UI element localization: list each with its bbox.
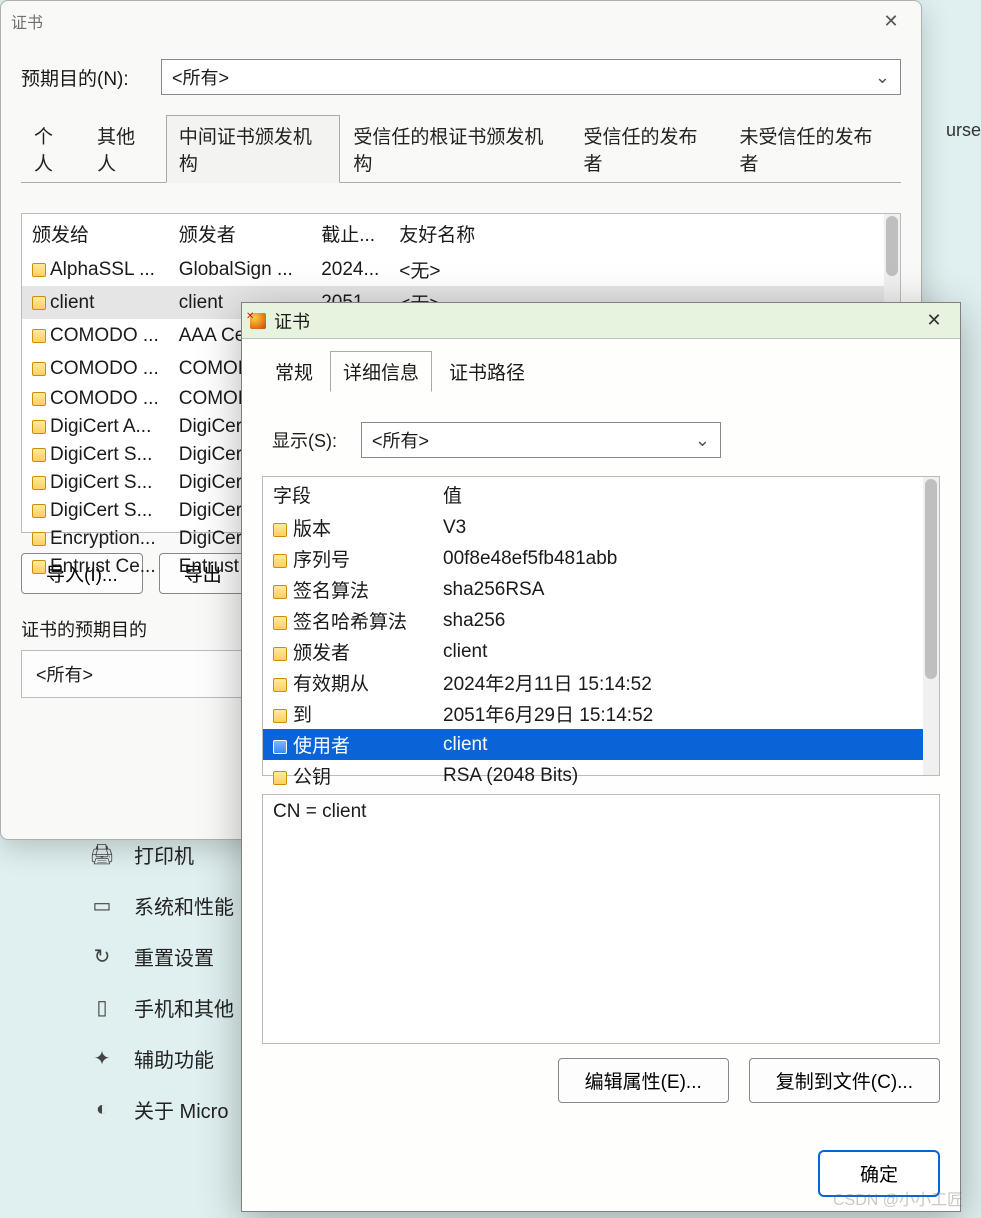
settings-label: 关于 Micro bbox=[134, 1095, 228, 1124]
background-settings-list: 🖨 打印机 ▭ 系统和性能 ↻ 重置设置 ▯ 手机和其他 ✦ 辅助功能 ◐ 关于 Micro bbox=[90, 840, 234, 1124]
field-row[interactable]: 签名哈希算法sha256 bbox=[263, 605, 923, 636]
main-title: 证书 bbox=[11, 9, 43, 33]
certificate-icon bbox=[32, 448, 46, 462]
property-icon bbox=[273, 523, 287, 537]
scroll-thumb[interactable] bbox=[886, 216, 898, 276]
field-row[interactable]: 签名算法sha256RSA bbox=[263, 574, 923, 605]
fields-scrollbar[interactable] bbox=[923, 477, 939, 775]
table-row[interactable]: AlphaSSL ...GlobalSign ...2024...<无> bbox=[22, 253, 884, 286]
watermark: CSDN @小小工匠 bbox=[833, 1186, 963, 1210]
col-expiry[interactable]: 截止... bbox=[311, 214, 389, 253]
chevron-down-icon: ⌄ bbox=[875, 67, 890, 88]
tab-untrusted-publishers[interactable]: 未受信任的发布者 bbox=[727, 115, 902, 183]
settings-item[interactable]: ▯ 手机和其他 bbox=[90, 993, 234, 1022]
cert-purpose-value: <所有> bbox=[36, 665, 93, 685]
settings-label: 重置设置 bbox=[134, 942, 214, 971]
field-row[interactable]: 序列号00f8e48ef5fb481abb bbox=[263, 543, 923, 574]
background-text: urse bbox=[946, 120, 981, 141]
certificate-icon bbox=[32, 476, 46, 490]
field-value-box[interactable]: CN = client bbox=[262, 794, 940, 1044]
copy-to-file-button[interactable]: 复制到文件(C)... bbox=[749, 1058, 940, 1103]
purpose-label: 预期目的(N): bbox=[21, 64, 141, 91]
property-icon bbox=[273, 771, 287, 785]
certificate-icon bbox=[32, 296, 46, 310]
col-field[interactable]: 字段 bbox=[263, 477, 433, 512]
property-icon bbox=[273, 709, 287, 723]
property-icon bbox=[273, 647, 287, 661]
tab-cert-path[interactable]: 证书路径 bbox=[436, 351, 538, 392]
scroll-thumb[interactable] bbox=[925, 479, 937, 679]
tab-trusted-root-ca[interactable]: 受信任的根证书颁发机构 bbox=[340, 115, 570, 183]
field-row[interactable]: 公钥RSA (2048 Bits) bbox=[263, 760, 923, 791]
property-icon bbox=[273, 678, 287, 692]
certificate-icon bbox=[32, 532, 46, 546]
cert-store-tabs: 个人 其他人 中间证书颁发机构 受信任的根证书颁发机构 受信任的发布者 未受信任… bbox=[21, 115, 901, 183]
show-value: <所有> bbox=[372, 427, 429, 453]
property-icon bbox=[273, 585, 287, 599]
property-icon bbox=[273, 740, 287, 754]
certificate-icon bbox=[32, 560, 46, 574]
purpose-value: <所有> bbox=[172, 64, 229, 90]
settings-item[interactable]: ↻ 重置设置 bbox=[90, 942, 234, 971]
detail-titlebar: 证书 ✕ bbox=[242, 303, 960, 339]
settings-label: 打印机 bbox=[134, 840, 194, 869]
col-value[interactable]: 值 bbox=[433, 477, 923, 512]
reset-icon: ↻ bbox=[90, 945, 114, 969]
system-icon: ▭ bbox=[90, 894, 114, 918]
certificate-icon bbox=[250, 313, 266, 329]
field-row[interactable]: 使用者client bbox=[263, 729, 923, 760]
settings-item[interactable]: ▭ 系统和性能 bbox=[90, 891, 234, 920]
certificate-icon bbox=[32, 392, 46, 406]
property-icon bbox=[273, 554, 287, 568]
detail-tabs: 常规 详细信息 证书路径 bbox=[262, 351, 940, 392]
col-issued-by[interactable]: 颁发者 bbox=[169, 214, 311, 253]
settings-label: 系统和性能 bbox=[134, 891, 234, 920]
accessibility-icon: ✦ bbox=[90, 1047, 114, 1071]
field-row[interactable]: 有效期从2024年2月11日 15:14:52 bbox=[263, 667, 923, 698]
field-value-text: CN = client bbox=[273, 801, 366, 822]
fields-table: 字段 值 版本V3序列号00f8e48ef5fb481abb签名算法sha256… bbox=[262, 476, 940, 776]
certificate-icon bbox=[32, 329, 46, 343]
tab-others[interactable]: 其他人 bbox=[84, 115, 166, 183]
printer-icon: 🖨 bbox=[90, 843, 114, 867]
field-row[interactable]: 到2051年6月29日 15:14:52 bbox=[263, 698, 923, 729]
about-icon: ◐ bbox=[90, 1098, 114, 1122]
col-friendly-name[interactable]: 友好名称 bbox=[389, 214, 884, 253]
certificate-icon bbox=[32, 504, 46, 518]
tab-general[interactable]: 常规 bbox=[262, 351, 326, 392]
field-row[interactable]: 颁发者client bbox=[263, 636, 923, 667]
show-combobox[interactable]: <所有> ⌄ bbox=[361, 422, 721, 458]
close-icon[interactable]: ✕ bbox=[871, 11, 911, 32]
field-row[interactable]: 版本V3 bbox=[263, 512, 923, 543]
certificate-detail-dialog: 证书 ✕ 常规 详细信息 证书路径 显示(S): <所有> ⌄ 字段 值 版本V… bbox=[241, 302, 961, 1212]
show-label: 显示(S): bbox=[272, 427, 337, 453]
tab-intermediate-ca[interactable]: 中间证书颁发机构 bbox=[166, 115, 341, 183]
phone-icon: ▯ bbox=[90, 996, 114, 1020]
edit-properties-button[interactable]: 编辑属性(E)... bbox=[558, 1058, 729, 1103]
tab-details[interactable]: 详细信息 bbox=[330, 351, 432, 392]
certificate-icon bbox=[32, 263, 46, 277]
tab-trusted-publishers[interactable]: 受信任的发布者 bbox=[571, 115, 727, 183]
certificate-icon bbox=[32, 420, 46, 434]
property-icon bbox=[273, 616, 287, 630]
settings-label: 手机和其他 bbox=[134, 993, 234, 1022]
col-issued-to[interactable]: 颁发给 bbox=[22, 214, 169, 253]
tab-personal[interactable]: 个人 bbox=[21, 115, 84, 183]
settings-item[interactable]: ✦ 辅助功能 bbox=[90, 1044, 234, 1073]
close-icon[interactable]: ✕ bbox=[916, 310, 952, 331]
settings-item[interactable]: ◐ 关于 Micro bbox=[90, 1095, 234, 1124]
detail-title: 证书 bbox=[274, 308, 908, 334]
main-titlebar: 证书 ✕ bbox=[1, 1, 921, 41]
chevron-down-icon: ⌄ bbox=[695, 430, 710, 451]
settings-item[interactable]: 🖨 打印机 bbox=[90, 840, 234, 869]
certificate-icon bbox=[32, 362, 46, 376]
purpose-combobox[interactable]: <所有> ⌄ bbox=[161, 59, 901, 95]
settings-label: 辅助功能 bbox=[134, 1044, 214, 1073]
